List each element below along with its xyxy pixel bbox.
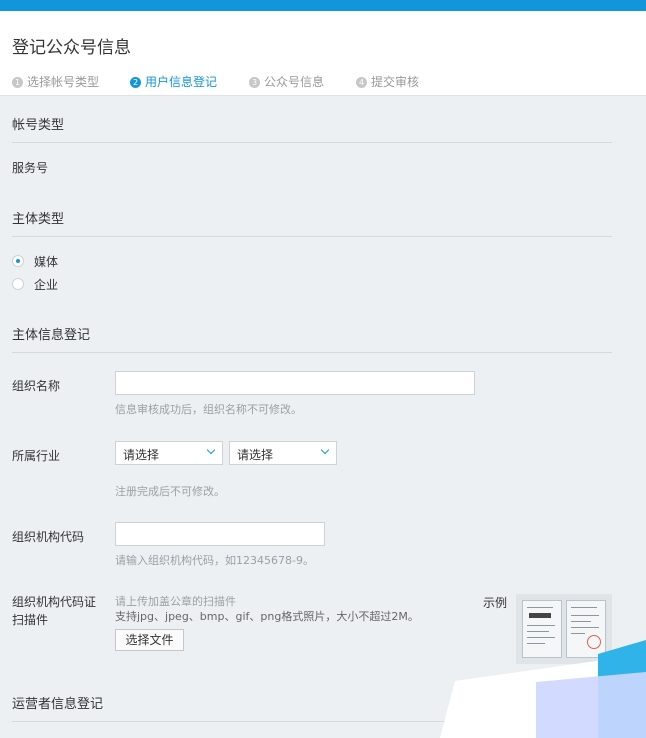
- chevron-down-icon: [320, 445, 330, 455]
- section-title-subject-info: 主体信息登记: [12, 328, 91, 343]
- step-label: 用户信息登记: [145, 75, 218, 89]
- step-label: 选择帐号类型: [27, 75, 100, 89]
- certificate-page-right: [566, 600, 606, 658]
- step-number-badge: 3: [249, 77, 260, 88]
- radio-dot-checked[interactable]: [12, 255, 24, 267]
- section-title-operator-info: 运营者信息登记: [12, 697, 104, 712]
- step-number-badge: 2: [130, 77, 141, 88]
- select-value: 请选择: [237, 448, 274, 462]
- choose-file-button[interactable]: 选择文件: [115, 629, 184, 651]
- chevron-down-icon: [206, 445, 216, 455]
- step-number-badge: 1: [12, 77, 23, 88]
- org-name-input[interactable]: [115, 371, 475, 395]
- section-title-account-type: 帐号类型: [12, 118, 65, 133]
- divider: [12, 236, 612, 237]
- upload-format-hint: 支持jpg、jpeg、bmp、gif、png格式照片，大小不超过2M。: [115, 610, 419, 623]
- step-label: 公众号信息: [264, 75, 325, 89]
- upload-hint: 请上传加盖公章的扫描件: [115, 595, 236, 608]
- top-accent-bar: [0, 0, 646, 11]
- divider: [12, 721, 612, 722]
- radio-dot[interactable]: [12, 278, 24, 290]
- select-value: 请选择: [123, 448, 160, 462]
- industry-hint: 注册完成后不可修改。: [115, 485, 225, 498]
- radio-label: 媒体: [34, 255, 59, 269]
- example-label: 示例: [483, 596, 508, 610]
- red-stamp-icon: [587, 635, 601, 649]
- radio-label: 企业: [34, 278, 59, 292]
- page-title: 登记公众号信息: [12, 38, 131, 58]
- page-header: 登记公众号信息 1 选择帐号类型 2 用户信息登记 3 公众号信息 4 提交审核: [0, 11, 646, 96]
- org-name-hint: 信息审核成功后，组织名称不可修改。: [115, 403, 302, 416]
- step-label: 提交审核: [371, 75, 420, 89]
- divider: [12, 352, 612, 353]
- org-scan-label-line2: 扫描件: [12, 613, 49, 627]
- section-title-subject-type: 主体类型: [12, 212, 65, 227]
- step-4: 4 提交审核: [356, 73, 419, 90]
- industry-label: 所属行业: [12, 449, 61, 463]
- org-code-label: 组织机构代码: [12, 530, 85, 544]
- step-1: 1 选择帐号类型: [12, 73, 99, 90]
- step-3: 3 公众号信息: [249, 73, 324, 90]
- industry-select-secondary[interactable]: 请选择: [229, 441, 337, 465]
- org-scan-label: 组织机构代码证 扫描件: [12, 593, 96, 629]
- org-code-input[interactable]: [115, 522, 325, 546]
- industry-select-primary[interactable]: 请选择: [115, 441, 223, 465]
- example-certificate-image: [516, 594, 612, 664]
- org-code-hint: 请输入组织机构代码，如12345678-9。: [115, 554, 314, 567]
- step-number-badge: 4: [356, 77, 367, 88]
- divider: [12, 142, 612, 143]
- org-name-label: 组织名称: [12, 379, 61, 393]
- step-2-active: 2 用户信息登记: [130, 73, 217, 90]
- org-scan-label-line1: 组织机构代码证: [12, 595, 97, 609]
- certificate-page-left: [522, 600, 562, 658]
- account-type-value: 服务号: [12, 161, 49, 175]
